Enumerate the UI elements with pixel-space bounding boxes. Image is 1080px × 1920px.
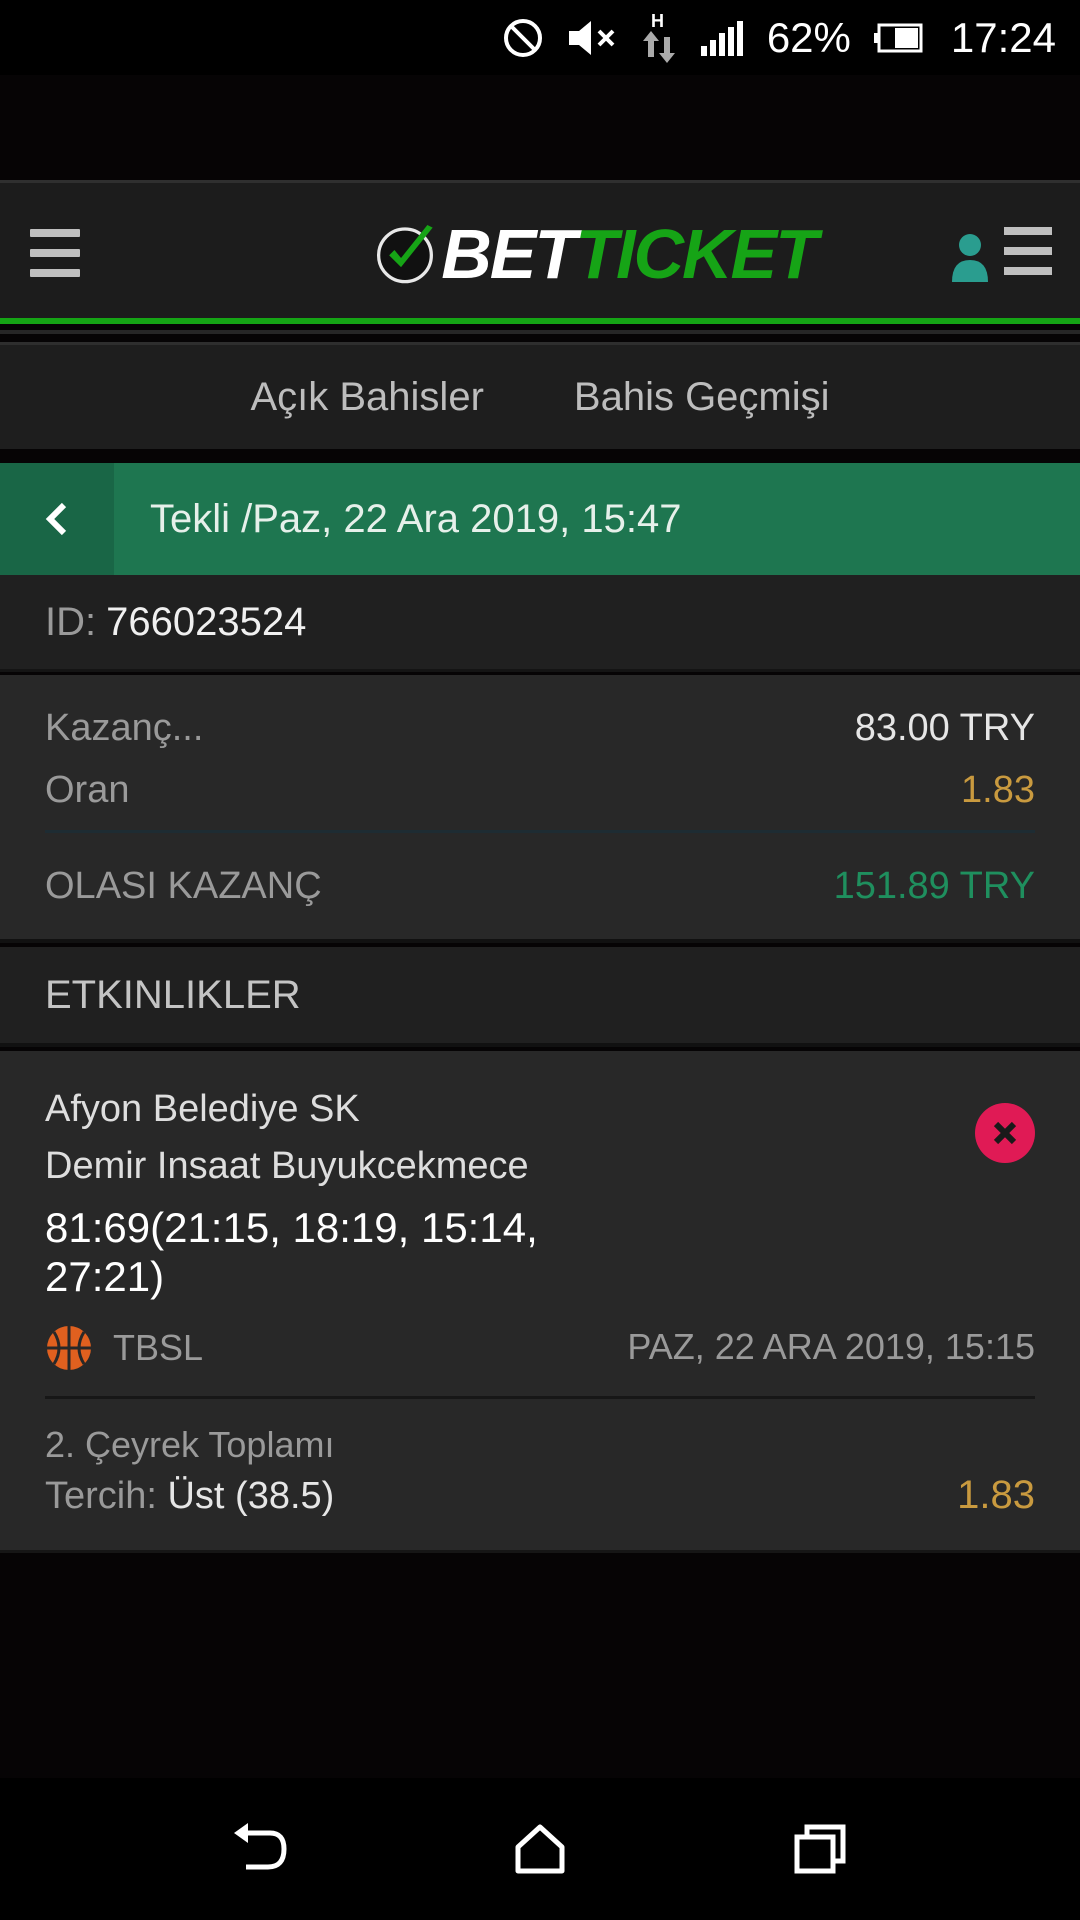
logo-check-icon — [376, 225, 433, 284]
ticket-title-bar: Tekli /Paz, 22 Ara 2019, 15:47 — [0, 463, 1080, 575]
status-bar: H 62% 17:24 — [0, 0, 1080, 75]
chevron-left-icon — [45, 502, 67, 536]
battery-percent: 62% — [766, 13, 851, 61]
event-card: Afyon Belediye SK Demir Insaat Buyukcekm… — [0, 1051, 1080, 1553]
ticket-title: Tekli /Paz, 22 Ara 2019, 15:47 — [150, 497, 682, 541]
odds-label: Oran — [45, 769, 130, 811]
summary-divider — [45, 830, 1035, 833]
bet-summary: Kazanç... 83.00 TRY Oran 1.83 OLASI KAZA… — [0, 675, 1080, 943]
event-divider — [45, 1396, 1035, 1399]
remove-event-button[interactable] — [975, 1103, 1035, 1163]
recents-nav-button[interactable] — [780, 1809, 860, 1889]
user-menu-hamburger-icon — [1004, 227, 1052, 287]
home-nav-button[interactable] — [500, 1809, 580, 1889]
clock: 17:24 — [950, 13, 1056, 61]
score-line-1: 81:69(21:15, 18:19, 15:14, — [45, 1204, 538, 1251]
ticket-id-value: 766023524 — [106, 599, 307, 644]
ticket-id-label: ID: — [45, 599, 97, 644]
score-line-2: 27:21) — [45, 1253, 165, 1300]
events-section-header: ETKINLIKLER — [0, 947, 1080, 1047]
system-nav-bar — [0, 1778, 1080, 1920]
potential-win-label: OLASI KAZANÇ — [45, 865, 322, 907]
away-team: Demir Insaat Buyukcekmece — [45, 1145, 529, 1187]
league-info: TBSL — [45, 1324, 203, 1372]
back-nav-button[interactable] — [220, 1809, 300, 1889]
market-name: 2. Çeyrek Toplamı — [45, 1424, 335, 1465]
league-name: TBSL — [113, 1327, 204, 1368]
stake-label: Kazanç... — [45, 707, 204, 749]
pick-value: Üst (38.5) — [167, 1475, 335, 1517]
logo-wordmark: BETTICKET — [441, 215, 818, 293]
header-accent-line — [0, 318, 1080, 324]
tab-bet-history[interactable]: Bahis Geçmişi — [574, 375, 830, 420]
app-header: BETTICKET — [0, 180, 1080, 334]
bet-tabs: Açık Bahisler Bahis Geçmişi — [0, 342, 1080, 449]
signal-icon — [699, 20, 745, 56]
basketball-icon — [47, 1326, 91, 1370]
hamburger-icon[interactable] — [30, 229, 80, 277]
home-team: Afyon Belediye SK — [45, 1088, 360, 1130]
match-score: 81:69(21:15, 18:19, 15:14, 27:21) — [45, 1203, 565, 1301]
data-transfer-icon: H — [641, 11, 677, 65]
close-icon — [993, 1121, 1017, 1145]
potential-win-row: OLASI KAZANÇ 151.89 TRY — [45, 865, 1035, 908]
mute-icon — [567, 18, 619, 58]
pick-label: Tercih: — [45, 1475, 157, 1517]
battery-icon — [873, 23, 923, 53]
event-date: PAZ, 22 ARA 2019, 15:15 — [627, 1326, 1035, 1367]
odds-value: 1.83 — [961, 769, 1035, 811]
recents-icon — [794, 1824, 846, 1874]
home-icon — [515, 1824, 565, 1874]
odds-row: Oran 1.83 — [45, 769, 1035, 812]
potential-win-value: 151.89 TRY — [833, 865, 1035, 907]
user-menu-button[interactable] — [950, 227, 1052, 287]
pick-row: Tercih: Üst (38.5) — [45, 1475, 334, 1518]
stake-row: Kazanç... 83.00 TRY — [45, 707, 1035, 750]
ticket-id-row: ID: 766023524 — [0, 575, 1080, 672]
stake-value: 83.00 TRY — [854, 707, 1035, 749]
back-button[interactable] — [0, 463, 114, 575]
header-divider — [0, 330, 1080, 334]
tab-open-bets[interactable]: Açık Bahisler — [250, 375, 483, 420]
do-not-disturb-icon — [501, 16, 545, 60]
network-type-label: H — [651, 11, 664, 31]
user-icon — [952, 234, 988, 282]
back-arrow-icon — [234, 1823, 287, 1870]
pick-odd: 1.83 — [957, 1473, 1035, 1517]
logo[interactable]: BETTICKET — [376, 208, 818, 300]
